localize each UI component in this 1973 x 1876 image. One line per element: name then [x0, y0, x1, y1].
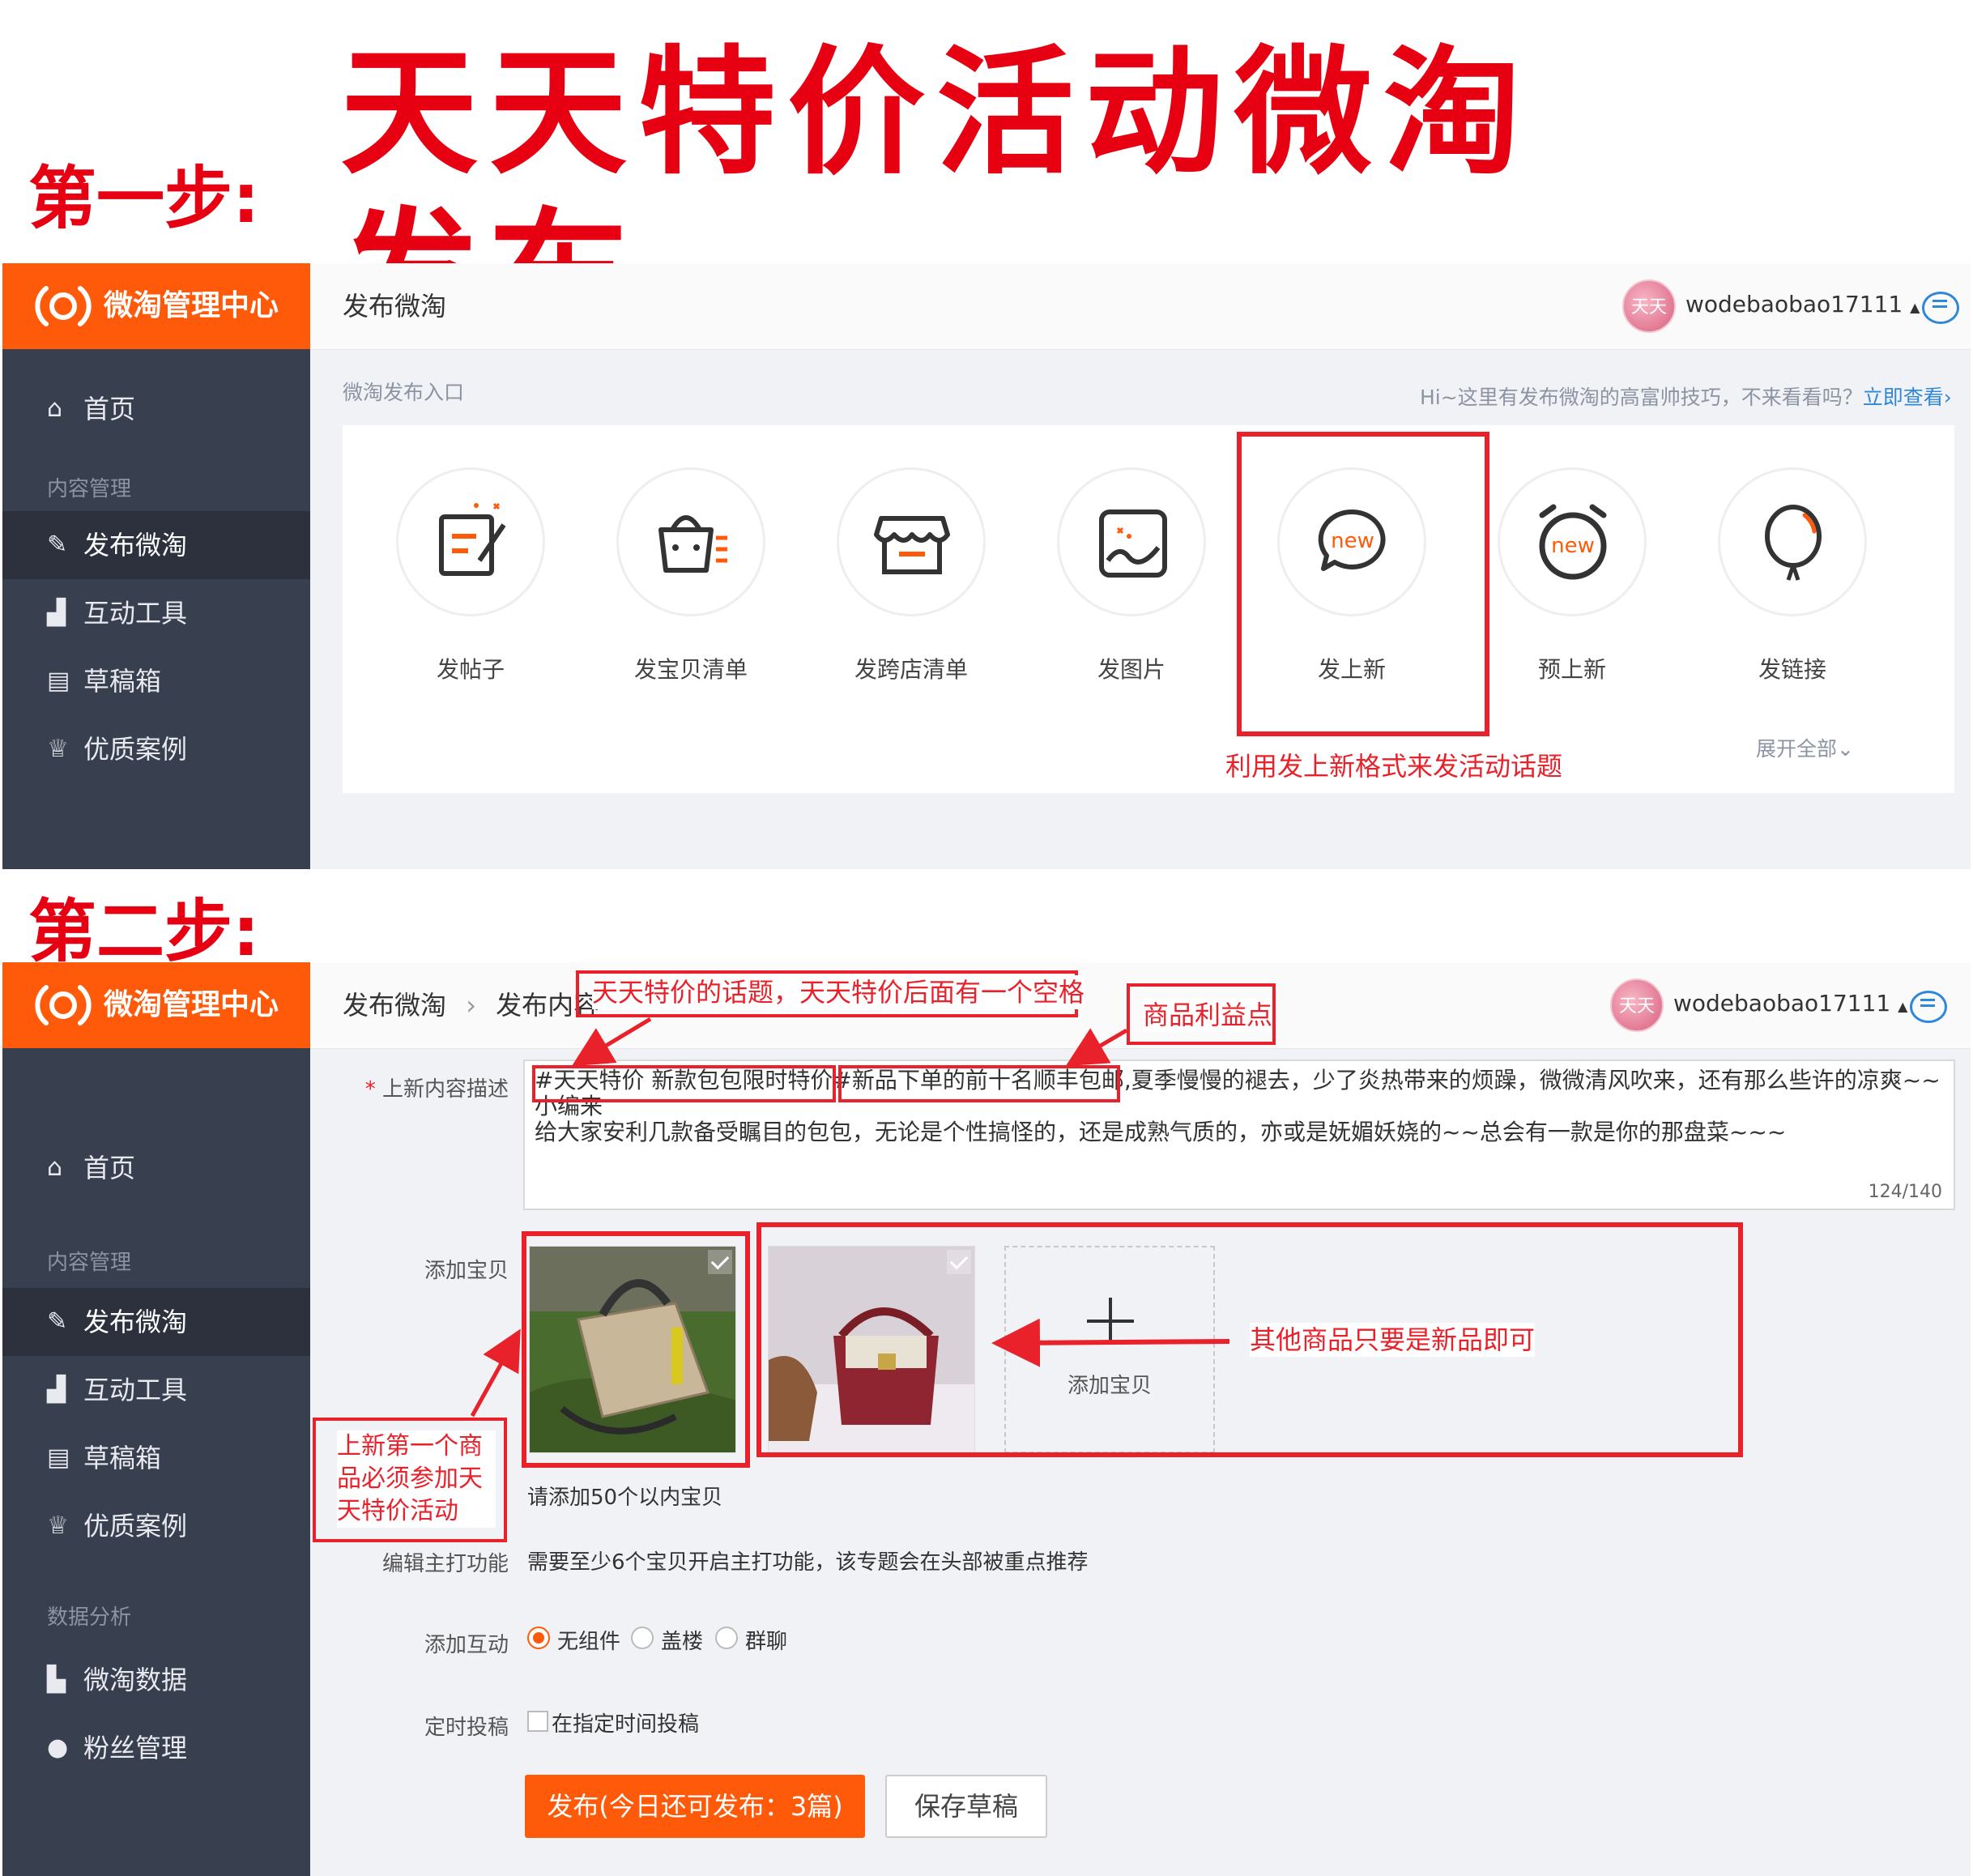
brand-bar[interactable]: 微淘管理中心	[2, 263, 310, 349]
nav-interact-label: 互动工具	[83, 598, 188, 629]
tip: Hi~这里有发布微淘的高富帅技巧，不来看看吗？立即查看›	[1420, 382, 1952, 411]
step2-label: 第二步:	[28, 892, 260, 971]
annotation-new-arrival: 利用发上新格式来发活动话题	[1225, 751, 1563, 782]
entry-image[interactable]: 发图片	[1055, 467, 1208, 684]
expand-all[interactable]: 展开全部⌄	[1756, 733, 1854, 762]
nav-publish[interactable]: ✎ 发布微淘	[2, 511, 310, 579]
broadcast-logo-icon	[35, 286, 92, 326]
nav-section-content: 内容管理	[47, 477, 132, 501]
nav-publish-label: 发布微淘	[83, 530, 188, 561]
username-menu[interactable]: wodebaobao17111 ▲	[1685, 291, 1920, 318]
step1-label: 第一步:	[28, 159, 260, 238]
entry-image-label: 发图片	[1097, 656, 1165, 683]
top-bar: 发布微淘 天天 wodebaobao17111 ▲	[310, 263, 1971, 350]
trophy-icon: ♕	[47, 735, 69, 763]
entry-post[interactable]: 发帖子	[394, 467, 548, 684]
chevron-down-icon: ⌄	[1837, 737, 1854, 761]
nav-drafts[interactable]: ▤ 草稿箱	[2, 647, 310, 715]
tip-text: Hi~这里有发布微淘的高富帅技巧，不来看看吗？	[1420, 386, 1863, 409]
screen-step1: 微淘管理中心 ⌂ 首页 内容管理 ✎ 发布微淘 ▟ 互动工具 ▤ 草稿箱 ♕ 优…	[2, 263, 1971, 869]
entry-cross-store-label: 发跨店清单	[854, 656, 968, 683]
entry-link[interactable]: 发链接	[1715, 467, 1869, 684]
nav-home[interactable]: ⌂ 首页	[2, 375, 310, 443]
nav-interact[interactable]: ▟ 互动工具	[2, 579, 310, 647]
entry-cross-store[interactable]: 发跨店清单	[834, 467, 988, 684]
header-title: 发布微淘	[343, 291, 447, 322]
message-icon[interactable]	[1922, 292, 1959, 324]
nav-home-label: 首页	[83, 394, 136, 424]
edit-icon: ✎	[47, 531, 68, 559]
brand-name: 微淘管理中心	[104, 289, 279, 322]
screen-step2: 微淘管理中心 ⌂ 首页 内容管理 ✎ 发布微淘 ▟ 互动工具 ▤ 草稿箱 ♕ 优…	[2, 962, 1971, 1876]
entry-pre-arrival-label: 预上新	[1537, 656, 1606, 683]
caret-up-icon: ▲	[1910, 300, 1920, 315]
entry-item-list[interactable]: 发宝贝清单	[614, 467, 768, 684]
username: wodebaobao17111	[1685, 291, 1903, 318]
arrow-benefit	[1065, 1028, 1128, 1067]
arrow-topic	[571, 1017, 652, 1067]
nav-cases-label: 优质案例	[83, 734, 188, 765]
avatar-text: 天天	[1630, 297, 1667, 318]
entry-item-list-label: 发宝贝清单	[633, 656, 748, 683]
entry-title: 微淘发布入口	[343, 381, 465, 404]
arrow-other-items	[991, 1318, 1230, 1367]
tip-link[interactable]: 立即查看	[1863, 386, 1944, 409]
arrow-first-item	[470, 1328, 521, 1418]
entry-pre-arrival[interactable]: new 预上新	[1495, 467, 1649, 684]
nav-drafts-label: 草稿箱	[83, 666, 162, 697]
store-icon	[874, 516, 950, 574]
balloon-icon	[1765, 504, 1822, 581]
image-icon	[1099, 510, 1167, 578]
post-edit-icon	[439, 502, 506, 576]
highlight-new-arrival	[1237, 432, 1489, 736]
sidebar: 微淘管理中心 ⌂ 首页 内容管理 ✎ 发布微淘 ▟ 互动工具 ▤ 草稿箱 ♕ 优…	[2, 263, 310, 869]
alarm-clock-icon: new	[1539, 504, 1607, 580]
avatar[interactable]: 天天	[1622, 279, 1676, 333]
entry-panel: 发帖子 发宝贝清单 发跨店清单 发图片 new 发上新 new 预上新 发链接 …	[343, 425, 1954, 793]
new-badge-text: new	[1551, 534, 1595, 558]
expand-all-label: 展开全部	[1756, 737, 1838, 761]
entry-post-label: 发帖子	[436, 656, 505, 683]
nav-cases[interactable]: ♕ 优质案例	[2, 715, 310, 783]
chevron-right-icon: ›	[1943, 386, 1952, 409]
entry-link-label: 发链接	[1758, 656, 1826, 683]
document-icon: ▤	[47, 667, 70, 695]
shopping-bag-icon	[658, 515, 727, 573]
bar-chart-icon: ▟	[47, 599, 66, 627]
annotation-arrows	[470, 1017, 1230, 1418]
home-icon: ⌂	[47, 394, 63, 423]
